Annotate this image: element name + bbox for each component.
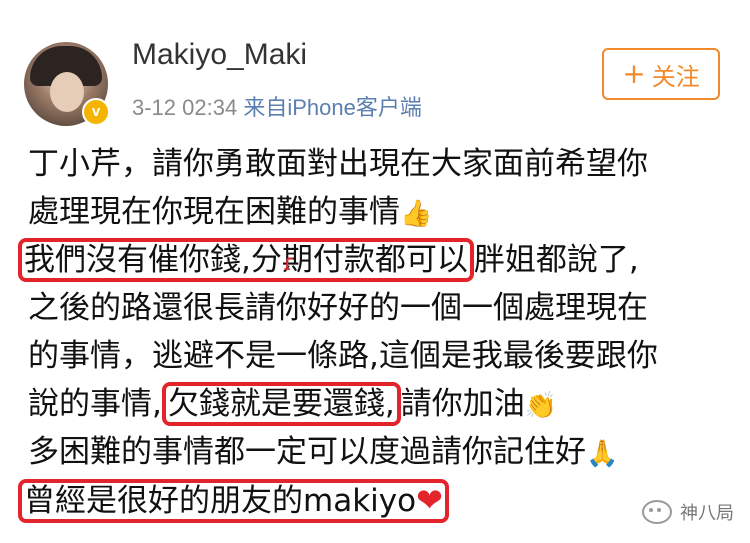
text-line: 的事情，逃避不是一條路,這個是我最後要跟你 [28, 338, 658, 374]
highlight-box: 欠錢就是要還錢, [161, 382, 401, 426]
follow-button[interactable]: + 关注 [602, 48, 720, 100]
text-line: 多困難的事情都一定可以度過請你記住好🙏 [28, 428, 738, 476]
timestamp: 3-12 02:34 [132, 95, 238, 120]
highlight-box: 曾經是很好的朋友的makiyo❤ [18, 479, 449, 523]
text-line: 我們沒有催你錢,分期付款都可以 胖姐都說了, ɾ [18, 236, 738, 284]
text-line: 說的事情, 欠錢就是要還錢, 請你加油👏 [28, 380, 738, 428]
source-link[interactable]: 来自iPhone客户端 [243, 95, 422, 120]
text-line: 曾經是很好的朋友的makiyo❤ [18, 476, 738, 524]
follow-label: 关注 [651, 62, 700, 91]
post-body: 丁小芹，請你勇敢面對出現在大家面前希望你 處理現在你現在困難的事情👍 我們沒有催… [18, 140, 738, 524]
watermark-text: 神八局 [680, 503, 734, 524]
thumbs-up-icon: 👍 [400, 198, 433, 229]
squiggle-mark-icon: ɾ [283, 251, 295, 276]
watermark: 神八局 [642, 499, 734, 525]
plus-icon: + [622, 57, 646, 90]
pray-icon: 🙏 [586, 438, 619, 469]
username[interactable]: Makiyo_Maki [132, 38, 307, 72]
verified-icon: v [82, 98, 110, 126]
text-line: 之後的路還很長請你好好的一個一個處理現在 [28, 290, 648, 326]
post-meta: 3-12 02:34 来自iPhone客户端 [132, 90, 422, 122]
heart-icon: ❤ [416, 481, 443, 519]
wechat-icon [642, 500, 672, 524]
clap-icon: 👏 [524, 390, 558, 421]
text-line: 處理現在你現在困難的事情👍 [28, 188, 738, 236]
text-line: 丁小芹，請你勇敢面對出現在大家面前希望你 [28, 146, 648, 182]
highlight-box: 我們沒有催你錢,分期付款都可以 [18, 238, 474, 282]
